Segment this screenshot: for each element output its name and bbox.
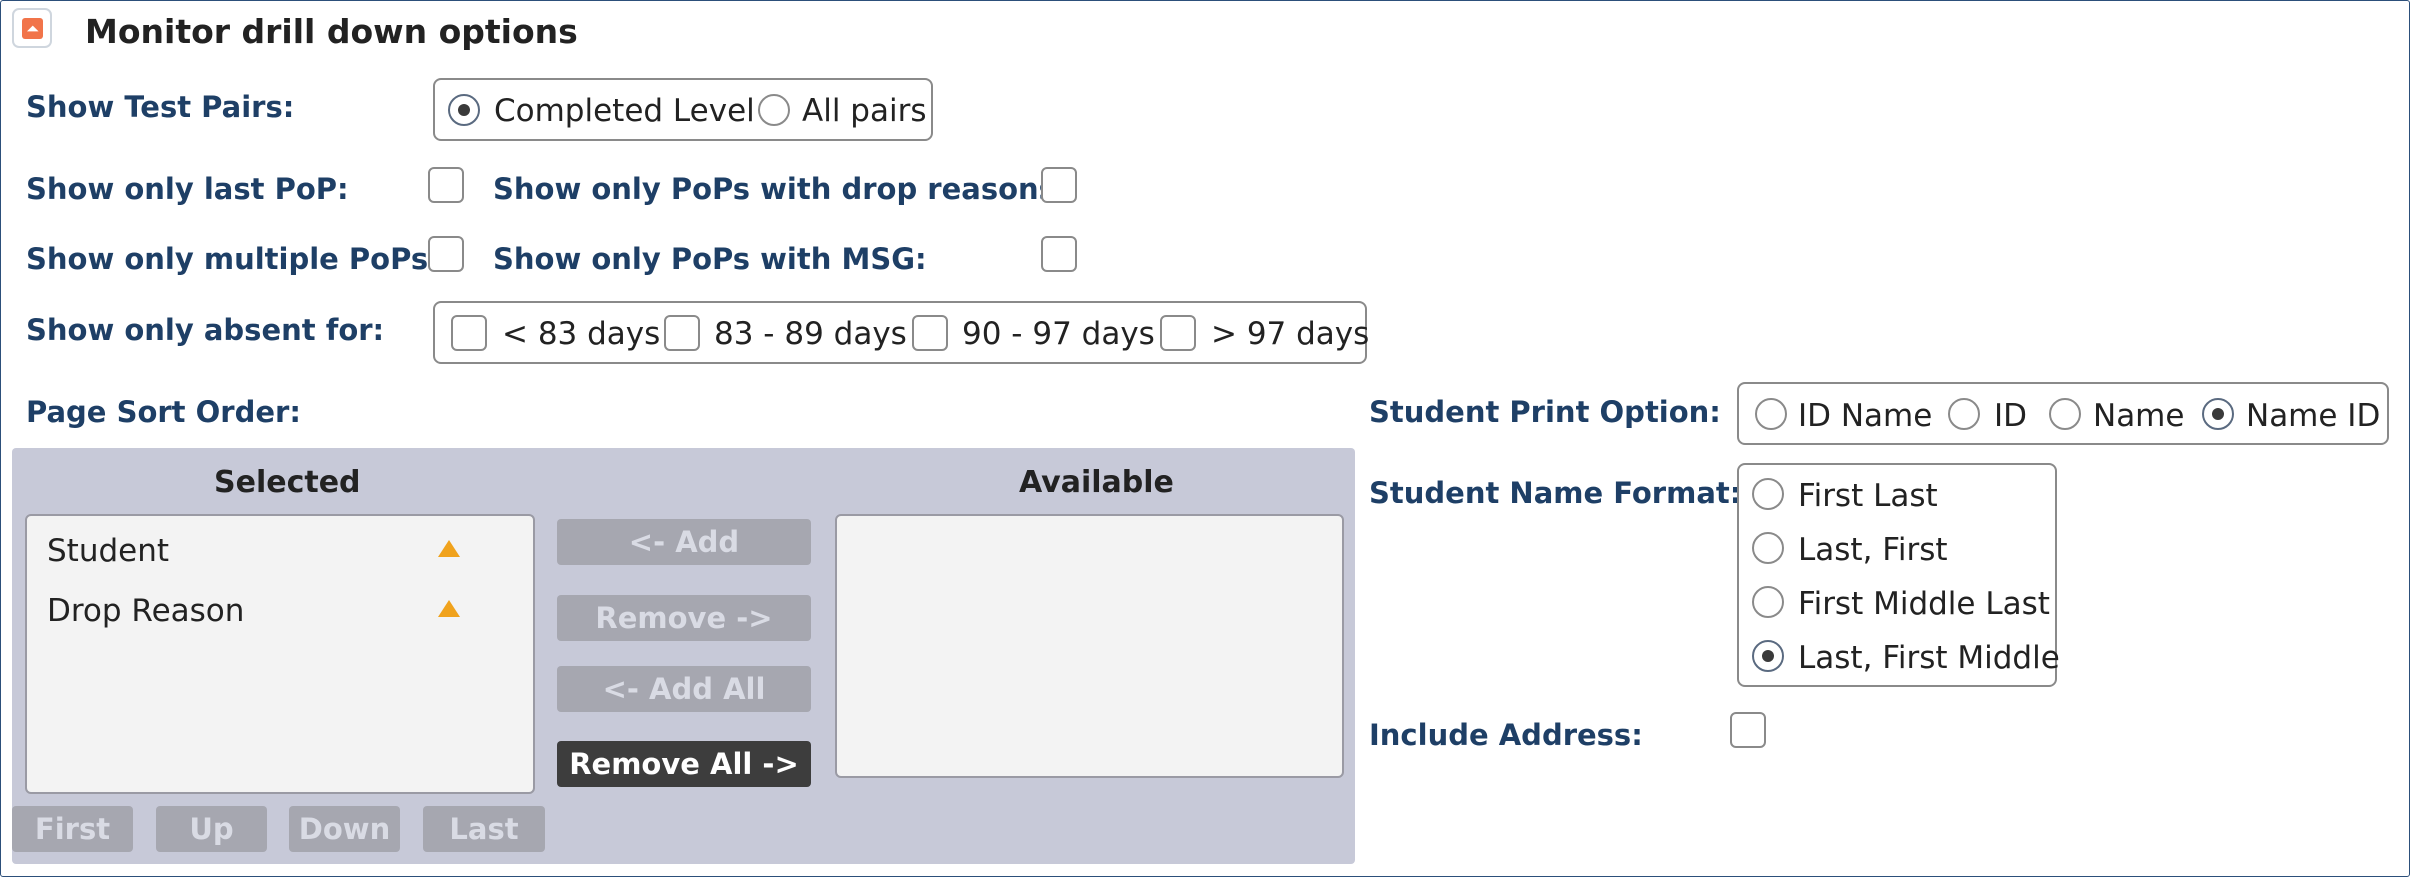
remove-all-button[interactable]: Remove All -> bbox=[557, 741, 811, 787]
print-name-radio[interactable] bbox=[2049, 398, 2081, 430]
last-pop-label: Show only last PoP: bbox=[26, 172, 349, 206]
available-list[interactable] bbox=[835, 514, 1344, 778]
drop-reasons-checkbox[interactable] bbox=[1041, 167, 1077, 203]
test-pairs-all-label[interactable]: All pairs bbox=[802, 93, 926, 129]
format-first-last-label[interactable]: First Last bbox=[1798, 478, 1938, 514]
move-first-button[interactable]: First bbox=[12, 806, 133, 852]
print-id-name-radio[interactable] bbox=[1755, 398, 1787, 430]
last-pop-checkbox[interactable] bbox=[428, 167, 464, 203]
absent-83-89-label[interactable]: 83 - 89 days bbox=[714, 316, 907, 352]
sort-ascending-icon[interactable] bbox=[438, 540, 460, 557]
absent-83-89-checkbox[interactable] bbox=[664, 315, 700, 351]
format-last-first-radio[interactable] bbox=[1752, 532, 1784, 564]
test-pairs-all-radio[interactable] bbox=[758, 94, 790, 126]
print-option-label: Student Print Option: bbox=[1369, 395, 1721, 429]
print-name-label[interactable]: Name bbox=[2093, 398, 2184, 434]
move-last-button[interactable]: Last bbox=[423, 806, 545, 852]
test-pairs-completed-radio[interactable] bbox=[448, 94, 480, 126]
multiple-pops-checkbox[interactable] bbox=[428, 236, 464, 272]
print-id-name-label[interactable]: ID Name bbox=[1798, 398, 1932, 434]
absent-90-97-label[interactable]: 90 - 97 days bbox=[962, 316, 1155, 352]
absent-under-83-label[interactable]: < 83 days bbox=[502, 316, 660, 352]
absent-over-97-checkbox[interactable] bbox=[1160, 315, 1196, 351]
remove-button[interactable]: Remove -> bbox=[557, 595, 811, 641]
msg-label: Show only PoPs with MSG: bbox=[493, 242, 927, 276]
section-title: Monitor drill down options bbox=[85, 12, 578, 51]
selected-item-drop-reason[interactable]: Drop Reason bbox=[47, 593, 244, 629]
drop-reasons-label: Show only PoPs with drop reasons: bbox=[493, 172, 1068, 206]
add-button[interactable]: <- Add bbox=[557, 519, 811, 565]
include-address-label: Include Address: bbox=[1369, 718, 1643, 752]
collapse-button[interactable]: ⏶ bbox=[12, 8, 52, 48]
move-up-button[interactable]: Up bbox=[156, 806, 267, 852]
format-first-middle-last-radio[interactable] bbox=[1752, 586, 1784, 618]
print-name-id-radio[interactable] bbox=[2202, 398, 2234, 430]
test-pairs-completed-label[interactable]: Completed Level bbox=[494, 93, 755, 129]
print-id-label[interactable]: ID bbox=[1994, 398, 2027, 434]
name-format-label: Student Name Format: bbox=[1369, 476, 1742, 510]
absent-under-83-checkbox[interactable] bbox=[451, 315, 487, 351]
format-last-first-middle-radio[interactable] bbox=[1752, 640, 1784, 672]
chevron-up-icon: ⏶ bbox=[22, 18, 43, 39]
format-first-middle-last-label[interactable]: First Middle Last bbox=[1798, 586, 2050, 622]
print-name-id-label[interactable]: Name ID bbox=[2246, 398, 2380, 434]
add-all-button[interactable]: <- Add All bbox=[557, 666, 811, 712]
include-address-checkbox[interactable] bbox=[1730, 712, 1766, 748]
absent-90-97-checkbox[interactable] bbox=[912, 315, 948, 351]
msg-checkbox[interactable] bbox=[1041, 236, 1077, 272]
sort-order-label: Page Sort Order: bbox=[26, 395, 301, 429]
absent-label: Show only absent for: bbox=[26, 313, 385, 347]
format-last-first-middle-label[interactable]: Last, First Middle bbox=[1798, 640, 2060, 676]
format-first-last-radio[interactable] bbox=[1752, 478, 1784, 510]
selected-item-student[interactable]: Student bbox=[47, 533, 169, 569]
multiple-pops-label: Show only multiple PoPs: bbox=[26, 242, 440, 276]
format-last-first-label[interactable]: Last, First bbox=[1798, 532, 1948, 568]
available-header: Available bbox=[1019, 465, 1174, 500]
print-id-radio[interactable] bbox=[1948, 398, 1980, 430]
sort-ascending-icon[interactable] bbox=[438, 600, 460, 617]
test-pairs-label: Show Test Pairs: bbox=[26, 90, 295, 124]
move-down-button[interactable]: Down bbox=[289, 806, 400, 852]
selected-header: Selected bbox=[214, 465, 361, 500]
absent-over-97-label[interactable]: > 97 days bbox=[1211, 316, 1369, 352]
